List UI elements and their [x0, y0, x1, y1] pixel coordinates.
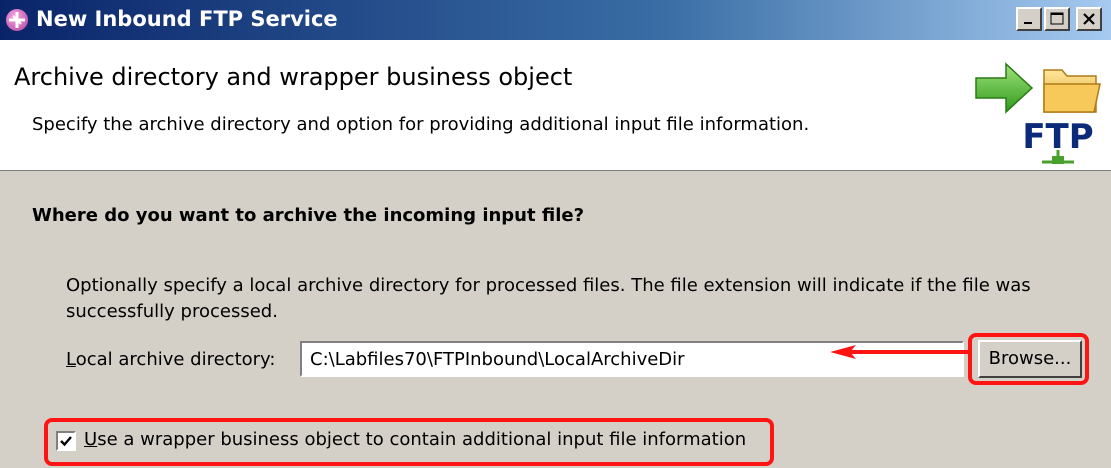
browse-button[interactable]: Browse...: [978, 340, 1082, 378]
local-archive-directory-label-rest: ocal archive directory:: [75, 349, 276, 370]
wrapper-label-rest: se a wrapper business object to contain …: [97, 429, 747, 450]
archive-description: Optionally specify a local archive direc…: [66, 275, 1031, 322]
ftp-banner-icon: FTP: [975, 62, 1101, 164]
close-icon: [1083, 13, 1095, 25]
local-archive-directory-label-mnemonic: L: [66, 349, 76, 370]
browse-button-label: Browse...: [988, 348, 1072, 369]
maximize-button[interactable]: [1044, 7, 1070, 31]
minimize-button[interactable]: [1016, 7, 1042, 31]
wrapper-business-object-checkbox[interactable]: [56, 431, 76, 451]
red-annotation-arrow: [830, 345, 970, 359]
maximize-icon: [1050, 12, 1064, 25]
minimize-icon: [1024, 22, 1032, 24]
wizard-header: Archive directory and wrapper business o…: [0, 40, 1111, 171]
local-archive-directory-label: Local archive directory:: [66, 349, 275, 370]
page-title: Archive directory and wrapper business o…: [14, 63, 573, 91]
checkmark-icon: [60, 436, 72, 447]
wrapper-business-object-label[interactable]: Use a wrapper business object to contain…: [84, 429, 746, 450]
ftp-service-app-icon: [6, 9, 28, 31]
page-description: Specify the archive directory and option…: [32, 114, 810, 135]
archive-question-heading: Where do you want to archive the incomin…: [32, 205, 585, 226]
wrapper-label-mnemonic: U: [84, 429, 98, 450]
window-titlebar[interactable]: New Inbound FTP Service: [0, 0, 1111, 40]
close-button[interactable]: [1076, 7, 1102, 31]
window-title: New Inbound FTP Service: [36, 7, 338, 31]
